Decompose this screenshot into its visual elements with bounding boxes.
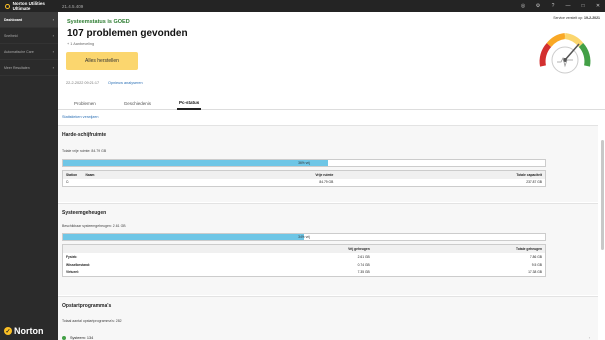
gear-icon[interactable]: ⚙ (535, 3, 541, 9)
cell-totaal: 17.38 GB (528, 270, 542, 275)
close-button[interactable]: ✕ (595, 3, 601, 9)
table-header-row: Station Naam Vrije ruimte Totale capacit… (62, 170, 546, 179)
startup-system-row[interactable]: Systeem: 134 › (62, 332, 594, 340)
col-station: Station (62, 170, 83, 179)
system-status-title: Systeemstatus is GOED (67, 19, 130, 25)
service-date: Service verstelt op: 19-2-2021 (553, 16, 600, 20)
sidebar: Dashboard › Snelheid › Automatische Care… (0, 12, 58, 340)
cell-totale-capaciteit: 237.87 GB (526, 180, 542, 185)
reanalyze-link[interactable]: Opnieuw analyseren (108, 81, 143, 85)
col-naam: Naam (82, 170, 181, 179)
status-dot-icon (62, 336, 66, 340)
col-totale-geheugen: Totale geheugen (372, 244, 546, 253)
disk-free-text: Totale vrije ruimte: 84.79 GB (62, 149, 107, 153)
disk-section: Harde-schijfruimte Totale vrije ruimte: … (58, 125, 598, 202)
memory-section: Systeemgeheugen Beschikbaar systeemgeheu… (58, 203, 598, 295)
sidebar-item-dashboard[interactable]: Dashboard › (0, 12, 58, 28)
startup-row-label: Systeem: 134 (70, 336, 94, 340)
memory-usage-bar: 34% vrij (62, 233, 546, 241)
health-gauge (539, 33, 591, 74)
col-totale-capaciteit: Totale capaciteit (336, 170, 546, 179)
sidebar-item-meer-resultaten[interactable]: Meer Resultaten › (0, 60, 58, 76)
statistics-link[interactable]: Statistieken verwijzen (62, 115, 99, 119)
window-controls: ◎ ⚙ ? — □ ✕ (520, 0, 601, 12)
cell-vrije-ruimte: 84.79 GB (319, 180, 334, 185)
table-row: Fysiek: 2.61 GB 7.86 GB (63, 253, 546, 261)
app-version: 21.4.5.409 (62, 3, 84, 9)
disk-usage-bar: 36% vrij (62, 159, 546, 167)
sidebar-item-snelheid[interactable]: Snelheid › (0, 28, 58, 44)
minimize-button[interactable]: — (565, 3, 571, 9)
checkmark-icon: ✓ (4, 327, 12, 335)
tab-problemen[interactable]: Problemen (72, 96, 98, 110)
chevron-right-icon: › (52, 17, 54, 22)
help-icon[interactable]: ? (550, 3, 556, 9)
memory-table: Vrij geheugen Totale geheugen Fysiek: 2.… (62, 244, 546, 277)
tab-bar: Problemen Geschiedenis Pc-status (58, 96, 605, 110)
memory-available-text: Beschikbaar systeemgeheugen: 2.61 GB (62, 224, 126, 228)
app-name: Norton Utilities Ultimate (12, 1, 45, 11)
maximize-button[interactable]: □ (580, 3, 586, 9)
memory-bar-label: 34% vrij (298, 235, 310, 239)
fix-all-button[interactable]: Alles herstellen (66, 52, 138, 70)
cell-type: Wisselbestand: (66, 262, 91, 267)
col-vrije-ruimte: Vrije ruimte (180, 170, 337, 179)
chevron-right-icon: › (52, 65, 54, 70)
chevron-right-icon: › (588, 336, 590, 340)
cell-vrij: 0.74 GB (357, 262, 370, 267)
cell-station: C: (66, 180, 70, 185)
chevron-right-icon: › (52, 49, 54, 54)
cell-vrij: 2.61 GB (357, 254, 370, 259)
col-vrij-geheugen: Vrij geheugen (225, 244, 373, 253)
problems-count: 107 problemen gevonden (67, 28, 188, 39)
scrollbar[interactable] (601, 140, 604, 250)
cell-type: Fysiek: (66, 254, 78, 259)
disk-title: Harde-schijfruimte (62, 132, 107, 138)
table-row: C: 84.79 GB 237.87 GB (63, 179, 546, 187)
tab-pc-status[interactable]: Pc-status (177, 96, 202, 110)
cell-vrij: 7.35 GB (357, 270, 370, 275)
startup-section: Opstartprogramma's Totaal aantal opstart… (58, 296, 598, 340)
norton-wordmark: Norton (14, 326, 44, 336)
startup-title: Opstartprogramma's (62, 303, 112, 309)
col-type (62, 244, 226, 253)
app-brand: Norton Utilities Ultimate (0, 1, 58, 11)
cell-naam (83, 179, 181, 187)
disk-bar-label: 36% vrij (298, 161, 310, 165)
cell-type: Virtueel: (66, 270, 80, 275)
service-date-value: 19-2-2021 (584, 16, 600, 20)
last-scan-datetime: 22-2-2022 09:21:17 (66, 81, 100, 85)
globe-icon[interactable]: ◎ (520, 3, 526, 9)
sidebar-item-label: Automatische Care (4, 49, 34, 54)
norton-logo-icon (5, 3, 10, 9)
table-row: Virtueel: 7.35 GB 17.38 GB (63, 269, 546, 277)
tab-geschiedenis[interactable]: Geschiedenis (122, 96, 153, 110)
recommendation-line: + 1 Aanbeveling (67, 42, 95, 46)
main-content: Systeemstatus is GOED 107 problemen gevo… (58, 12, 605, 340)
cell-totaal: 7.86 GB (529, 254, 542, 259)
service-label: Service verstelt op: (553, 16, 584, 20)
memory-title: Systeemgeheugen (62, 210, 107, 216)
sidebar-item-label: Snelheid (4, 33, 18, 38)
table-header-row: Vrij geheugen Totale geheugen (62, 244, 546, 253)
norton-footer-logo: ✓ Norton (4, 326, 44, 336)
cell-totaal: 9.5 GB (531, 262, 542, 267)
sidebar-item-automatische-care[interactable]: Automatische Care › (0, 44, 58, 60)
title-bar: Norton Utilities Ultimate 21.4.5.409 ◎ ⚙… (0, 0, 605, 12)
sidebar-item-label: Meer Resultaten (4, 65, 30, 70)
disk-table: Station Naam Vrije ruimte Totale capacit… (62, 170, 546, 187)
startup-count-text: Totaal aantal opstartprogramma's: 282 (62, 319, 122, 323)
table-row: Wisselbestand: 0.74 GB 9.5 GB (63, 261, 546, 269)
sidebar-item-label: Dashboard (4, 17, 23, 22)
chevron-right-icon: › (52, 33, 54, 38)
